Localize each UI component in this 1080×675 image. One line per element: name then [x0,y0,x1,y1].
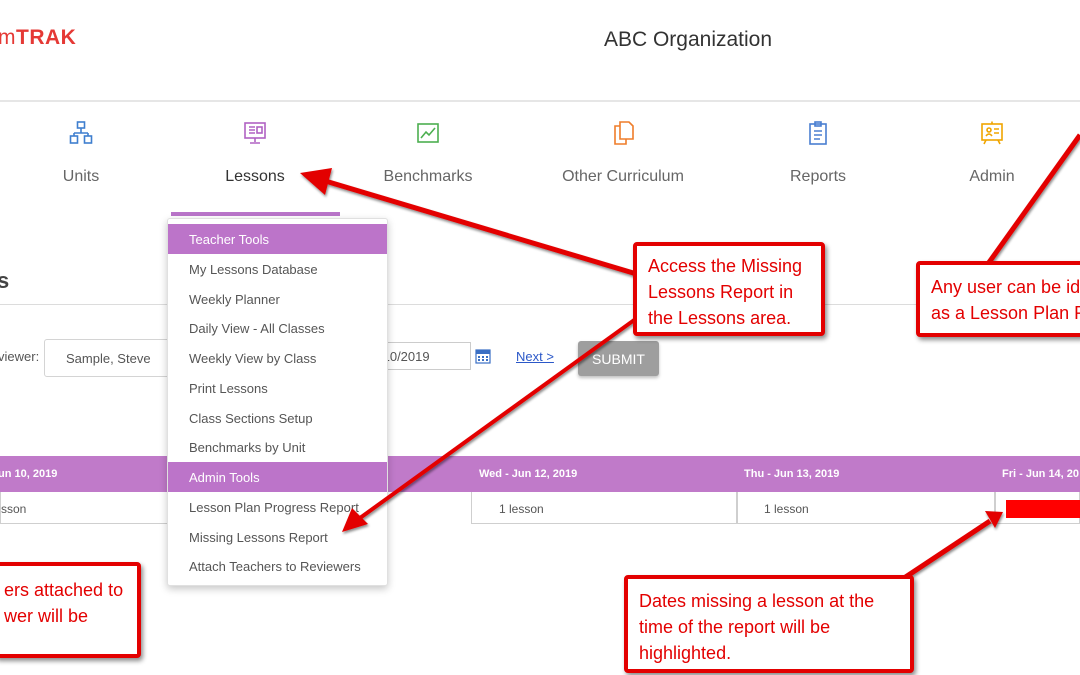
callout-access-missing-lessons: Access the Missing Lessons Report in the… [633,242,825,336]
callout-any-user: Any user can be id as a Lesson Plan R [916,261,1080,337]
arrow-to-admin [982,133,1080,270]
arrow-head [300,168,332,195]
annotation-arrows [300,133,1080,587]
arrow-to-lessons-tab [321,177,641,278]
callout-dates-missing: Dates missing a lesson at the time of th… [624,575,914,673]
arrow-to-missing-lessons-report [358,303,657,520]
callout-teachers-attached: ers attached to wer will be [0,562,141,658]
arrow-head [342,508,368,532]
